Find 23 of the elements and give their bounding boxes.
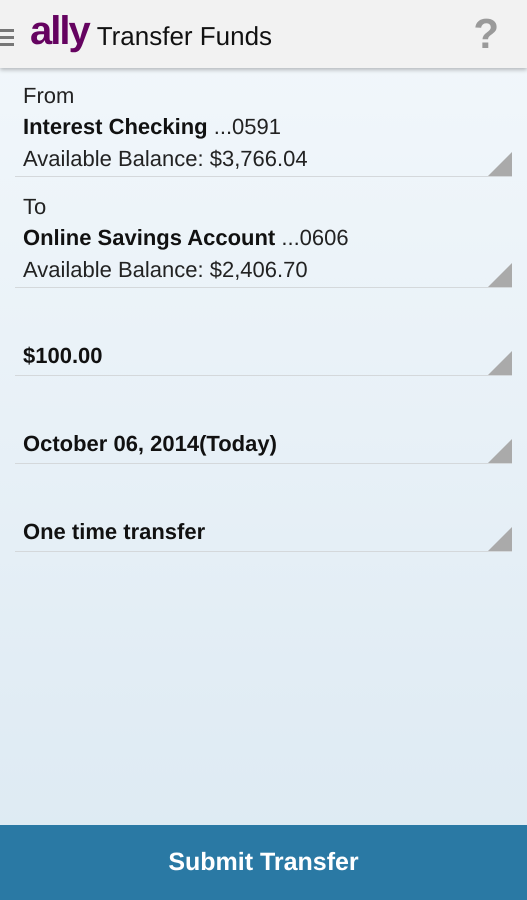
available-balance: Available Balance: $2,406.70	[23, 256, 308, 284]
field-value: One time transfer	[23, 518, 206, 546]
dropdown-corner-icon	[488, 263, 512, 287]
dropdown-corner-icon	[488, 527, 512, 551]
dropdown-field[interactable]: One time transfer	[15, 464, 512, 552]
dropdown-corner-icon	[488, 439, 512, 463]
account-name: Online Savings Account ...0606	[23, 224, 349, 252]
dropdown-corner-icon	[488, 351, 512, 375]
menu-icon[interactable]	[0, 27, 14, 47]
available-balance: Available Balance: $3,766.04	[23, 145, 308, 173]
field-value: October 06, 2014(Today)	[23, 430, 277, 458]
dropdown-corner-icon	[488, 152, 512, 176]
account-name: Interest Checking ...0591	[23, 113, 281, 141]
account-selector[interactable]: To Online Savings Account ...0606 Available Balance: $2,406.70	[15, 185, 512, 288]
field-label: To	[23, 193, 46, 221]
field-label: From	[23, 82, 74, 110]
submit-transfer-button[interactable]: Submit Transfer	[0, 825, 527, 900]
account-selector[interactable]: From Interest Checking ...0591 Available Balance: $3,766.04	[15, 68, 512, 177]
logo: ally	[30, 11, 89, 51]
field-value: $100.00	[23, 342, 103, 370]
dropdown-field[interactable]: $100.00	[15, 296, 512, 376]
dropdown-field[interactable]: October 06, 2014(Today)	[15, 376, 512, 464]
screen-title: Transfer Funds	[96, 20, 272, 52]
